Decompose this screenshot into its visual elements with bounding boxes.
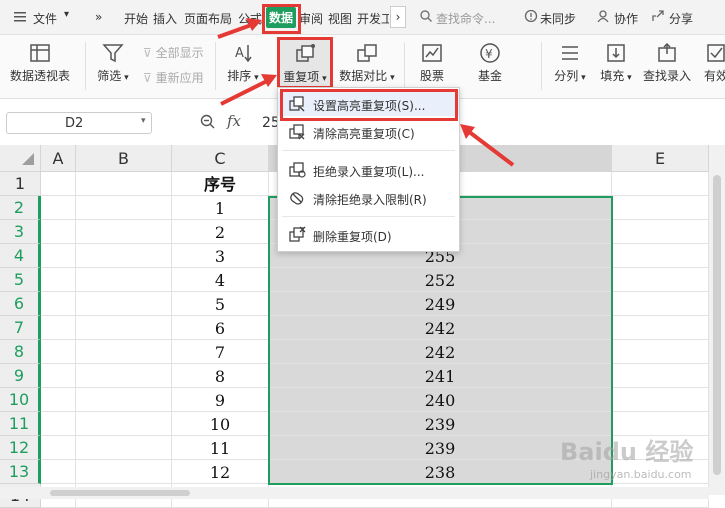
arrow-to-menu-item bbox=[460, 124, 515, 167]
watermark-url: jingyan.baidu.com bbox=[590, 468, 692, 481]
watermark-logo: Baidu 经验 bbox=[560, 438, 694, 466]
arrow-to-duplicates bbox=[220, 74, 277, 106]
annotation-arrows bbox=[217, 18, 515, 167]
arrow-to-data-tab bbox=[217, 18, 262, 39]
